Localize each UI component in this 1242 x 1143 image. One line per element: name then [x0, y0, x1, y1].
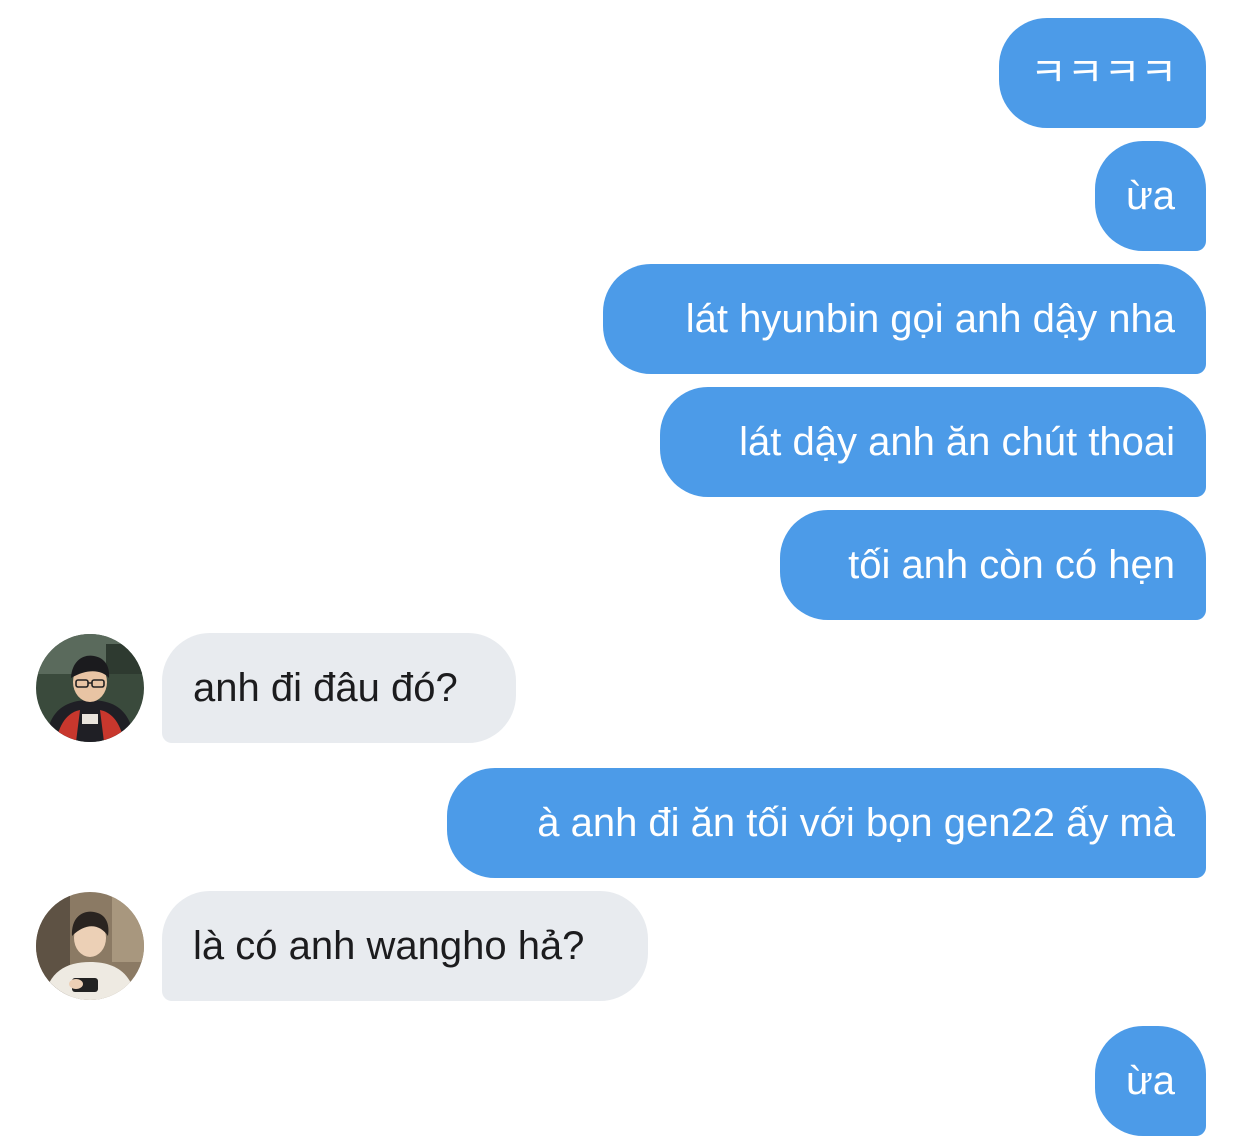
message-text: ㅋㅋㅋㅋ	[1030, 51, 1178, 95]
sent-message-bubble[interactable]: ㅋㅋㅋㅋ	[999, 18, 1206, 128]
contact-avatar[interactable]	[36, 634, 144, 742]
message-text: ừa	[1126, 174, 1176, 218]
contact-avatar[interactable]	[36, 892, 144, 1000]
avatar-photo-icon	[36, 892, 144, 1000]
message-text: ừa	[1126, 1059, 1176, 1103]
sent-message-bubble[interactable]: tối anh còn có hẹn	[780, 510, 1206, 620]
received-message-bubble[interactable]: anh đi đâu đó?	[162, 633, 516, 743]
message-text: anh đi đâu đó?	[193, 666, 458, 710]
message-text: lát dậy anh ăn chút thoai	[739, 420, 1175, 464]
sent-message-bubble[interactable]: ừa	[1095, 1026, 1206, 1136]
sent-message-bubble[interactable]: ừa	[1095, 141, 1206, 251]
received-message-bubble[interactable]: là có anh wangho hả?	[162, 891, 648, 1001]
sent-message-bubble[interactable]: lát dậy anh ăn chút thoai	[660, 387, 1206, 497]
message-text: tối anh còn có hẹn	[848, 543, 1175, 587]
chat-thread: ㅋㅋㅋㅋ ừa lát hyunbin gọi anh dậy nha lát …	[0, 0, 1242, 1143]
message-text: à anh đi ăn tối với bọn gen22 ấy mà	[537, 801, 1175, 845]
sent-message-bubble[interactable]: lát hyunbin gọi anh dậy nha	[603, 264, 1206, 374]
avatar-photo-icon	[36, 634, 144, 742]
sent-message-bubble[interactable]: à anh đi ăn tối với bọn gen22 ấy mà	[447, 768, 1206, 878]
message-text: là có anh wangho hả?	[193, 924, 585, 968]
message-text: lát hyunbin gọi anh dậy nha	[685, 297, 1175, 341]
